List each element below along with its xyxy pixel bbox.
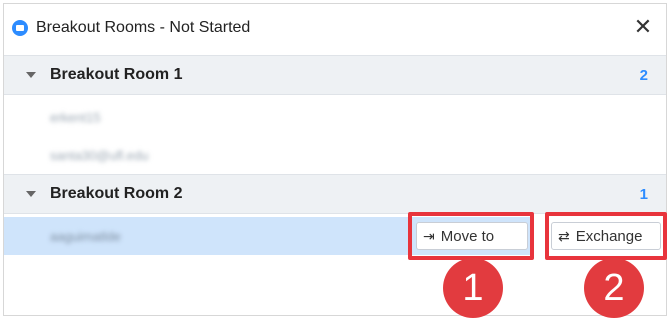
participant-name: aaguimatlde bbox=[50, 228, 121, 244]
caret-down-icon[interactable] bbox=[26, 191, 36, 197]
title-bar: Breakout Rooms - Not Started ✕ bbox=[4, 4, 666, 52]
room-header-breakout-room-2[interactable]: Breakout Room 2 1 bbox=[4, 174, 666, 214]
zoom-app-icon bbox=[12, 20, 28, 36]
room-name: Breakout Room 2 bbox=[50, 185, 183, 202]
close-icon[interactable]: ✕ bbox=[630, 14, 656, 40]
move-to-highlight-box bbox=[408, 212, 534, 260]
breakout-rooms-window: Breakout Rooms - Not Started ✕ Breakout … bbox=[3, 3, 667, 316]
callout-badge-1: 1 bbox=[443, 258, 503, 318]
participant-name: santa30@ufl.edu bbox=[50, 147, 149, 163]
room-header-breakout-room-1[interactable]: Breakout Room 1 2 bbox=[4, 55, 666, 95]
exchange-highlight-box bbox=[545, 212, 667, 260]
participant-row[interactable]: erkent15 bbox=[4, 98, 666, 136]
room-name: Breakout Room 1 bbox=[50, 66, 183, 83]
callout-badge-2: 2 bbox=[584, 258, 644, 318]
room-participant-count: 1 bbox=[639, 185, 648, 203]
caret-down-icon[interactable] bbox=[26, 72, 36, 78]
room-participant-count: 2 bbox=[639, 66, 648, 84]
participant-name: erkent15 bbox=[50, 109, 101, 125]
participant-row[interactable]: santa30@ufl.edu bbox=[4, 136, 666, 174]
window-title: Breakout Rooms - Not Started bbox=[36, 19, 251, 36]
